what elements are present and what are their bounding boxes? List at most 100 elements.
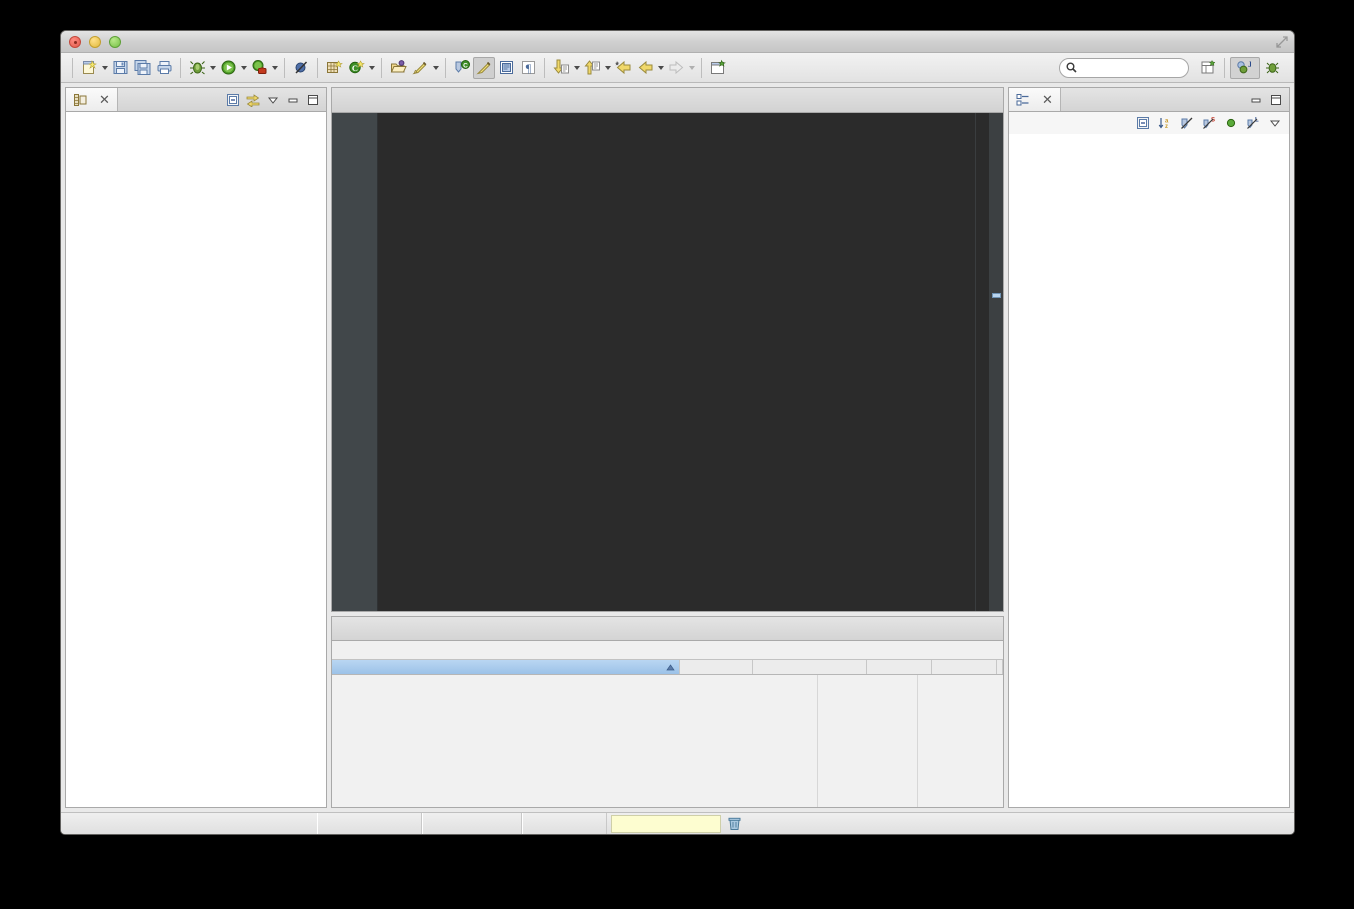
next-edit-button[interactable] xyxy=(550,57,572,79)
run-dropdown[interactable] xyxy=(239,57,248,79)
open-perspective-button[interactable] xyxy=(1197,57,1219,79)
back-button[interactable] xyxy=(634,57,656,79)
title-bar xyxy=(61,31,1294,53)
problems-table-body[interactable] xyxy=(332,675,1003,807)
problems-view xyxy=(331,616,1004,808)
editor-marker-gutter[interactable] xyxy=(332,113,348,611)
column-header-location[interactable] xyxy=(867,660,932,674)
status-cursor-position xyxy=(522,813,607,835)
new-java-package-button[interactable] xyxy=(323,57,345,79)
editor-line-numbers xyxy=(348,113,378,611)
previous-edit-dropdown[interactable] xyxy=(603,57,612,79)
editor-folding-bar[interactable] xyxy=(975,113,989,611)
overview-marker[interactable] xyxy=(992,293,1001,298)
status-bar xyxy=(61,812,1294,834)
new-class-button[interactable]: C xyxy=(345,57,367,79)
hide-fields-button[interactable] xyxy=(1178,115,1195,132)
svg-text:z: z xyxy=(1165,124,1168,130)
view-menu-button[interactable] xyxy=(264,91,281,108)
next-annotation-button[interactable]: C xyxy=(451,57,473,79)
skip-breakpoints-button[interactable] xyxy=(290,57,312,79)
toggle-block-selection-button[interactable] xyxy=(495,57,517,79)
perspective-debug-button[interactable] xyxy=(1260,57,1288,79)
show-whitespace-button[interactable]: ¶ xyxy=(517,57,539,79)
search-icon xyxy=(1066,62,1077,73)
code-editor[interactable] xyxy=(332,113,1003,611)
view-menu-button[interactable] xyxy=(1266,115,1283,132)
last-edit-location-button[interactable] xyxy=(612,57,634,79)
sort-button[interactable]: az xyxy=(1156,115,1173,132)
sort-ascending-icon xyxy=(666,663,675,672)
minimize-window-button[interactable] xyxy=(89,36,101,48)
problems-summary xyxy=(332,641,1003,659)
open-type-button[interactable] xyxy=(387,57,409,79)
close-window-button[interactable] xyxy=(69,36,81,48)
print-button[interactable] xyxy=(153,57,175,79)
outline-view: ✕ xyxy=(1008,87,1290,808)
search-dropdown[interactable] xyxy=(431,57,440,79)
outline-tree[interactable] xyxy=(1009,134,1289,137)
workbench-body: ✕ xyxy=(61,83,1294,812)
outline-tabbar: ✕ xyxy=(1009,88,1289,112)
editor-area xyxy=(331,87,1004,612)
perspective-java-button[interactable]: J xyxy=(1230,57,1260,79)
run-button[interactable] xyxy=(217,57,239,79)
outline-icon xyxy=(1016,93,1030,107)
maximize-window-button[interactable] xyxy=(109,36,121,48)
link-with-editor-button[interactable] xyxy=(244,91,261,108)
column-header-description[interactable] xyxy=(332,660,680,674)
hide-nonpublic-button[interactable] xyxy=(1222,115,1239,132)
column-header-resource[interactable] xyxy=(680,660,753,674)
column-header-spacer xyxy=(997,660,1003,674)
svg-text:C: C xyxy=(351,63,357,73)
debug-dropdown[interactable] xyxy=(208,57,217,79)
back-dropdown[interactable] xyxy=(656,57,665,79)
toolbar-separator xyxy=(72,58,73,78)
outline-body[interactable]: az S L xyxy=(1009,112,1289,807)
maximize-view-button[interactable] xyxy=(304,91,321,108)
external-tools-button[interactable] xyxy=(248,57,270,79)
tab-outline[interactable]: ✕ xyxy=(1009,88,1061,111)
new-wizard-dropdown[interactable] xyxy=(100,57,109,79)
tab-package-explorer[interactable]: ✕ xyxy=(66,88,118,111)
new-wizard-button[interactable] xyxy=(78,57,100,79)
next-edit-dropdown[interactable] xyxy=(572,57,581,79)
package-explorer-body[interactable] xyxy=(66,112,326,807)
package-explorer-tree[interactable] xyxy=(66,112,326,118)
column-header-path[interactable] xyxy=(753,660,867,674)
problems-tabbar xyxy=(332,617,1003,641)
resize-corner-icon[interactable] xyxy=(1275,35,1289,49)
hide-static-button[interactable]: S xyxy=(1200,115,1217,132)
toggle-mark-occurrences-button[interactable] xyxy=(473,57,495,79)
forward-dropdown[interactable] xyxy=(687,57,696,79)
status-memory-indicator[interactable] xyxy=(611,815,721,833)
debug-button[interactable] xyxy=(186,57,208,79)
problems-table-header xyxy=(332,659,1003,675)
new-class-dropdown[interactable] xyxy=(367,57,376,79)
svg-text:¶: ¶ xyxy=(525,61,531,75)
save-all-button[interactable] xyxy=(131,57,153,79)
center-column xyxy=(331,87,1004,808)
external-tools-dropdown[interactable] xyxy=(270,57,279,79)
editor-overview-ruler[interactable] xyxy=(989,113,1003,611)
close-icon[interactable]: ✕ xyxy=(1042,92,1053,108)
quick-access-input[interactable] xyxy=(1059,58,1189,78)
close-icon[interactable]: ✕ xyxy=(99,92,110,108)
previous-edit-button[interactable] xyxy=(581,57,603,79)
new-java-project-button[interactable] xyxy=(707,57,729,79)
package-explorer-tabbar: ✕ xyxy=(66,88,326,112)
main-toolbar: C C ¶ xyxy=(61,53,1294,83)
column-header-type[interactable] xyxy=(932,660,997,674)
save-button[interactable] xyxy=(109,57,131,79)
collapse-all-button[interactable] xyxy=(1134,115,1151,132)
search-button[interactable] xyxy=(409,57,431,79)
maximize-view-button[interactable] xyxy=(1267,91,1284,108)
forward-button[interactable] xyxy=(665,57,687,79)
hide-local-types-button[interactable]: L xyxy=(1244,115,1261,132)
run-garbage-collector-button[interactable] xyxy=(721,816,747,831)
collapse-all-button[interactable] xyxy=(224,91,241,108)
minimize-view-button[interactable] xyxy=(284,91,301,108)
right-column: ✕ xyxy=(1008,87,1290,808)
minimize-view-button[interactable] xyxy=(1247,91,1264,108)
editor-text[interactable] xyxy=(378,113,975,611)
